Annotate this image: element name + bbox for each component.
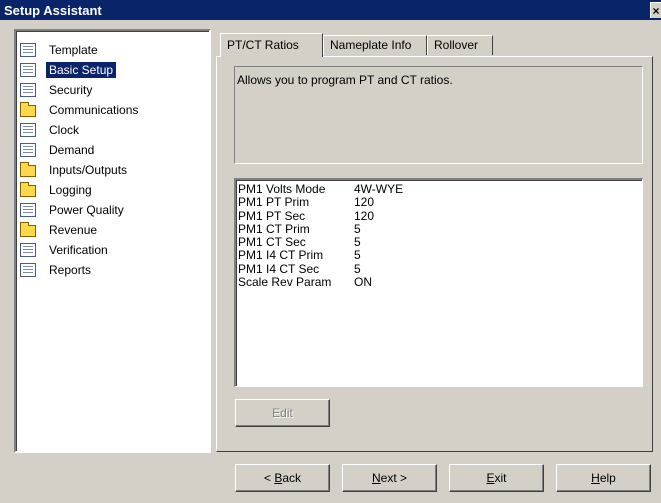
- tree-item-revenue[interactable]: Revenue: [18, 220, 209, 240]
- button-label-rest: ext >: [380, 471, 408, 485]
- button-label-accel: N: [371, 471, 381, 485]
- tab-label: PT/CT Ratios: [227, 38, 299, 52]
- tree-item-label: Communications: [49, 103, 139, 117]
- description-box: Allows you to program PT and CT ratios.: [234, 66, 643, 164]
- button-label-rest: ack: [282, 471, 302, 485]
- tab-nameplate-info[interactable]: Nameplate Info: [323, 35, 427, 55]
- param-value: 4W-WYE: [354, 182, 404, 196]
- param-name: PM1 PT Prim: [238, 195, 310, 210]
- document-icon: [20, 83, 36, 97]
- settings-panel: PT/CT Ratios Nameplate Info Rollover All…: [216, 29, 653, 453]
- list-item[interactable]: PM1 CT Prim 5: [238, 221, 640, 236]
- param-value: 5: [354, 248, 361, 263]
- description-text: Allows you to program PT and CT ratios.: [237, 73, 453, 87]
- button-label-accel: H: [591, 471, 600, 485]
- param-name: PM1 Volts Mode: [238, 182, 326, 196]
- tree-item-inputs-outputs[interactable]: Inputs/Outputs: [18, 160, 209, 180]
- list-item[interactable]: PM1 I4 CT Prim 5: [238, 249, 640, 262]
- tab-rollover[interactable]: Rollover: [427, 35, 493, 55]
- tree-item-demand[interactable]: Demand: [18, 140, 209, 160]
- tree-item-security[interactable]: Security: [18, 80, 209, 100]
- tree-item-label: Power Quality: [49, 203, 124, 217]
- param-value: 5: [354, 235, 361, 250]
- tab-label: Rollover: [434, 38, 479, 52]
- document-icon: [20, 243, 36, 257]
- list-item[interactable]: PM1 PT Prim 120: [238, 196, 640, 209]
- tree-item-label: Revenue: [49, 223, 98, 237]
- tree-item-label: Clock: [49, 123, 80, 137]
- button-label-rest: xit: [494, 471, 507, 485]
- next-button[interactable]: Next >: [342, 464, 437, 492]
- param-name: PM1 PT Sec: [238, 208, 306, 223]
- button-label-prefix: <: [263, 471, 275, 485]
- list-item[interactable]: Scale Rev Param ON: [238, 275, 640, 290]
- tree-item-basic-setup[interactable]: Basic Setup: [18, 60, 209, 80]
- tree-item-label: Inputs/Outputs: [49, 163, 128, 177]
- tree-item-label: Security: [49, 83, 93, 97]
- tree-item-reports[interactable]: Reports: [18, 260, 209, 280]
- exit-button[interactable]: Exit: [449, 464, 544, 492]
- tree-item-clock[interactable]: Clock: [18, 120, 209, 140]
- tree-item-logging[interactable]: Logging: [18, 180, 209, 200]
- close-button[interactable]: ×: [650, 2, 661, 18]
- list-item[interactable]: PM1 PT Sec 120: [238, 208, 640, 223]
- list-item[interactable]: PM1 Volts Mode 4W-WYE: [238, 182, 640, 196]
- param-name: PM1 CT Sec: [238, 235, 306, 250]
- parameter-list[interactable]: PM1 Volts Mode 4W-WYE PM1 PT Prim 120 PM…: [234, 178, 643, 387]
- document-icon: [20, 123, 36, 137]
- document-icon: [20, 63, 36, 77]
- param-value: 5: [354, 221, 361, 236]
- param-name: PM1 I4 CT Prim: [238, 248, 324, 263]
- param-name: PM1 CT Prim: [238, 221, 310, 236]
- help-button[interactable]: Help: [556, 464, 651, 492]
- tree-item-power-quality[interactable]: Power Quality: [18, 200, 209, 220]
- tree-item-label: Logging: [49, 183, 92, 197]
- tab-label: Nameplate Info: [330, 38, 412, 52]
- document-icon: [20, 263, 36, 277]
- button-label: Edit: [272, 406, 293, 420]
- tree-item-communications[interactable]: Communications: [18, 100, 209, 120]
- folder-icon: [20, 162, 36, 177]
- tab-pt-ct-ratios[interactable]: PT/CT Ratios: [220, 33, 323, 57]
- document-icon: [20, 203, 36, 217]
- tree-item-label: Reports: [49, 263, 92, 277]
- folder-icon: [20, 182, 36, 197]
- document-icon: [20, 43, 36, 57]
- tree-item-template[interactable]: Template: [18, 40, 209, 60]
- title-bar: Setup Assistant ×: [0, 0, 661, 20]
- tree-item-label: Verification: [49, 243, 108, 257]
- param-value: 120: [354, 195, 375, 210]
- param-value: 120: [354, 208, 375, 223]
- param-value: ON: [354, 275, 372, 290]
- folder-icon: [20, 222, 36, 237]
- tree-item-label: Demand: [49, 143, 95, 157]
- tree-item-label: Template: [49, 43, 98, 57]
- param-value: 5: [354, 261, 361, 276]
- window-title: Setup Assistant: [4, 3, 102, 18]
- tree-item-verification[interactable]: Verification: [18, 240, 209, 260]
- back-button[interactable]: < Back: [235, 464, 330, 492]
- param-name: PM1 I4 CT Sec: [238, 261, 320, 276]
- button-label-rest: elp: [599, 471, 616, 485]
- list-item[interactable]: PM1 I4 CT Sec 5: [238, 261, 640, 276]
- tree-item-label: Basic Setup: [46, 62, 117, 78]
- list-item[interactable]: PM1 CT Sec 5: [238, 236, 640, 249]
- setup-tree[interactable]: Template Basic Setup Security Communicat…: [14, 29, 211, 453]
- document-icon: [20, 143, 36, 157]
- param-name: Scale Rev Param: [238, 275, 332, 290]
- close-icon: ×: [652, 4, 660, 18]
- button-label-accel: E: [486, 471, 495, 485]
- folder-icon: [20, 102, 36, 117]
- edit-button[interactable]: Edit: [235, 399, 330, 427]
